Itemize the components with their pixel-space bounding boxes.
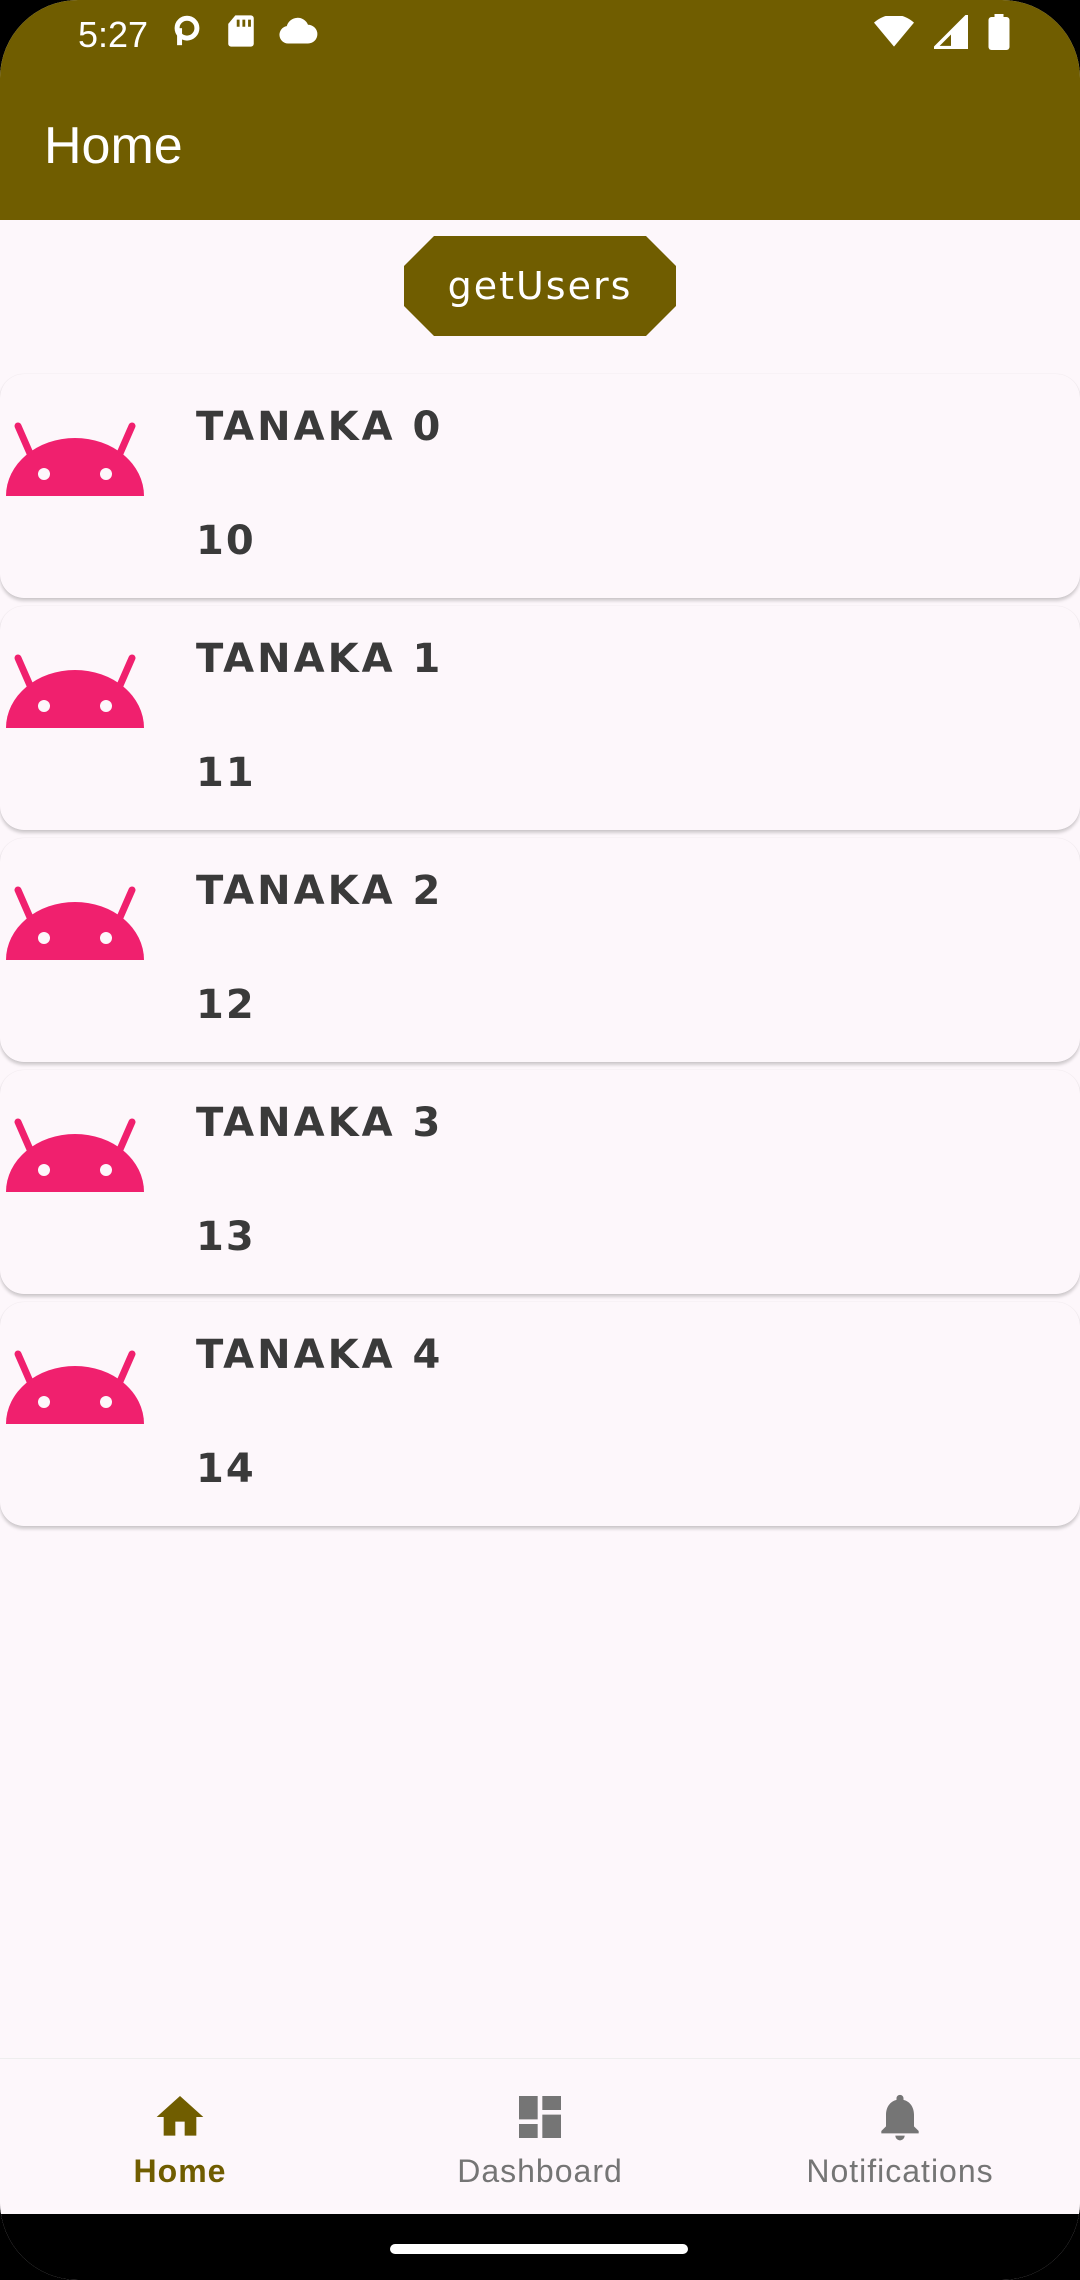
battery-icon [988, 14, 1010, 50]
user-age: 10 [196, 518, 256, 564]
wifi-icon [874, 16, 914, 48]
user-age: 12 [196, 982, 256, 1028]
device-screen: 5:27 Home getUsers TANAKA 0 10 TANAKA 1 … [0, 0, 1080, 2280]
status-bar: 5:27 [0, 0, 1080, 70]
status-time: 5:27 [78, 14, 149, 55]
dashboard-icon [519, 2096, 561, 2138]
list-item[interactable]: Tanaka 3 13 [0, 1070, 1080, 1294]
bottom-navigation: Home Dashboard Notifications [0, 2058, 1080, 2214]
user-name: Tanaka 0 [196, 404, 444, 450]
get-users-button[interactable]: getUsers [404, 236, 676, 336]
android-icon [6, 886, 144, 960]
page-title: Home [44, 117, 183, 175]
signal-icon [934, 15, 968, 49]
user-name: Tanaka 3 [196, 1100, 444, 1146]
android-icon [6, 654, 144, 728]
sd-card-icon [226, 14, 256, 48]
android-icon [6, 422, 144, 496]
list-item[interactable]: Tanaka 0 10 [0, 374, 1080, 598]
top-app-bar: 5:27 Home [0, 0, 1080, 220]
user-name: Tanaka 1 [196, 636, 444, 682]
nav-label-dashboard: Dashboard [457, 2153, 623, 2189]
user-age: 11 [196, 750, 256, 796]
home-icon [156, 2096, 204, 2136]
home-gesture-handle[interactable] [390, 2244, 688, 2254]
action-area: getUsers [0, 236, 1080, 336]
list-item[interactable]: Tanaka 4 14 [0, 1302, 1080, 1526]
bell-icon [881, 2094, 919, 2141]
cloud-icon [278, 16, 318, 46]
user-age: 13 [196, 1214, 256, 1260]
list-item[interactable]: Tanaka 2 12 [0, 838, 1080, 1062]
list-item[interactable]: Tanaka 1 11 [0, 606, 1080, 830]
user-name: Tanaka 4 [196, 1332, 444, 1378]
android-icon [6, 1118, 144, 1192]
gesture-navigation-bar [0, 2214, 1080, 2280]
nav-item-home[interactable]: Home [0, 2059, 360, 2214]
nav-item-notifications[interactable]: Notifications [720, 2059, 1080, 2214]
p-icon [170, 14, 204, 48]
nav-label-home: Home [133, 2153, 227, 2189]
android-icon [6, 1350, 144, 1424]
user-age: 14 [196, 1446, 256, 1492]
nav-item-dashboard[interactable]: Dashboard [360, 2059, 720, 2214]
user-name: Tanaka 2 [196, 868, 444, 914]
nav-label-notifications: Notifications [806, 2153, 994, 2189]
user-list[interactable]: Tanaka 0 10 Tanaka 1 11 Tanaka 2 12 [0, 374, 1080, 1534]
